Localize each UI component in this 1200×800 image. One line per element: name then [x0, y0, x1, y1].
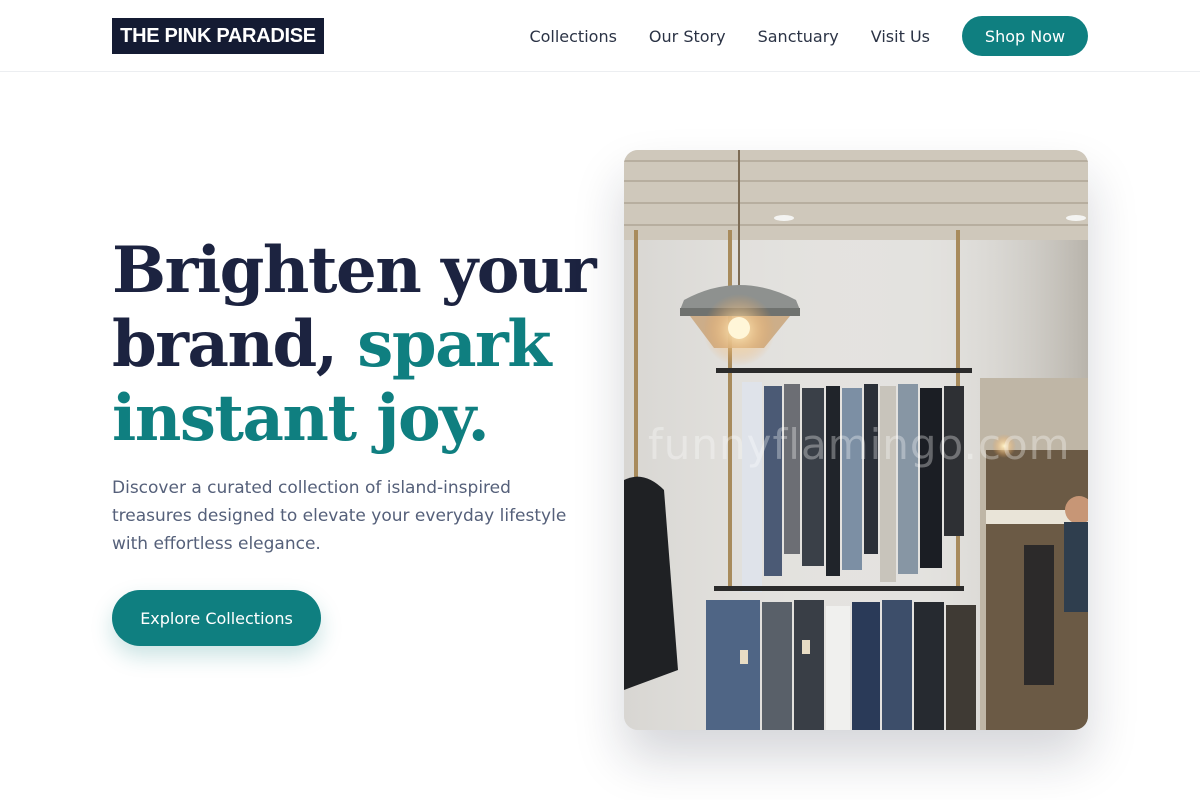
hero-title-accent-1: spark [357, 307, 551, 382]
hero-title-line-2: brand, [112, 307, 338, 382]
hero-description: Discover a curated collection of island-… [112, 478, 567, 554]
nav-link-our-story[interactable]: Our Story [649, 27, 726, 46]
explore-collections-button[interactable]: Explore Collections [112, 590, 321, 646]
image-watermark: funnyflamingo.com [648, 420, 1071, 469]
hero-title-accent-2: instant joy. [112, 381, 490, 456]
hero-image: funnyflamingo.com [624, 150, 1088, 730]
main-nav: Collections Our Story Sanctuary Visit Us… [529, 16, 1088, 56]
nav-link-visit-us[interactable]: Visit Us [871, 27, 930, 46]
nav-link-collections[interactable]: Collections [529, 27, 616, 46]
nav-link-sanctuary[interactable]: Sanctuary [758, 27, 839, 46]
hero-title-line-1: Brighten your [112, 233, 597, 308]
hero-title: Brighten your brand, spark instant joy. [112, 234, 612, 456]
shop-now-button[interactable]: Shop Now [962, 16, 1088, 56]
site-header: THE PINK PARADISE Collections Our Story … [0, 0, 1200, 72]
brand-logo[interactable]: THE PINK PARADISE [112, 18, 324, 54]
